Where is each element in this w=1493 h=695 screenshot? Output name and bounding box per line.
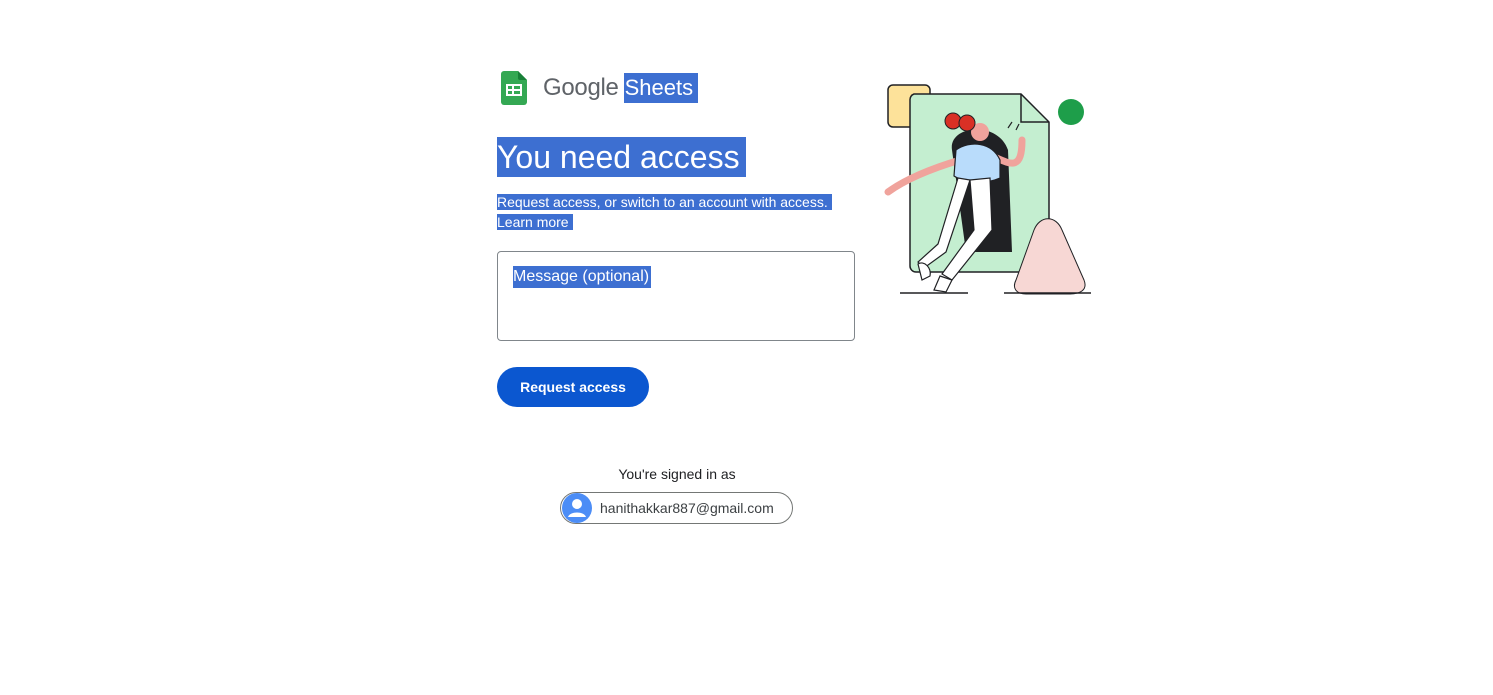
message-placeholder: Message (optional) (513, 266, 652, 288)
default-avatar-icon (562, 493, 592, 523)
product-name: Sheets (623, 73, 699, 103)
account-email: hanithakkar887@gmail.com (600, 500, 774, 516)
description-text: Request access, or switch to an account … (497, 194, 832, 210)
account-chip[interactable]: hanithakkar887@gmail.com (560, 492, 793, 524)
page-title: You need access (497, 137, 746, 177)
product-logo: Google Sheets (501, 70, 699, 106)
google-sheets-icon (501, 71, 527, 105)
message-field[interactable]: Message (optional) (497, 251, 855, 341)
request-access-button[interactable]: Request access (497, 367, 649, 407)
access-description: Request access, or switch to an account … (497, 192, 847, 232)
person-walking-through-door-illustration (884, 84, 1091, 295)
signed-in-label: You're signed in as (618, 466, 736, 482)
learn-more-link[interactable]: Learn more (497, 214, 573, 230)
access-page: Google Sheets You need access Request ac… (0, 0, 1493, 695)
google-wordmark: Google (543, 74, 619, 101)
